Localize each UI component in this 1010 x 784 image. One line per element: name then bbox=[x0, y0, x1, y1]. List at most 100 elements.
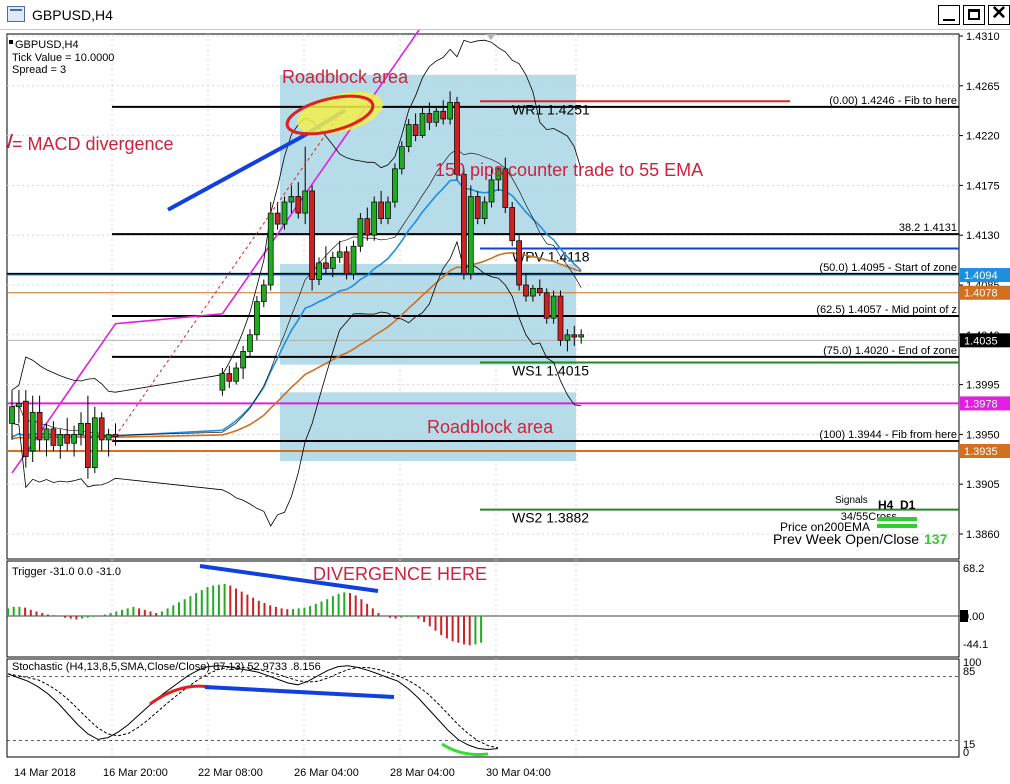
candle-body bbox=[323, 262, 329, 269]
axis-label: 1.4265 bbox=[966, 81, 1000, 93]
candle-body bbox=[50, 428, 57, 446]
fib-level-label: (62.5) 1.4057 - Mid point of z bbox=[816, 304, 957, 316]
candle-body bbox=[274, 212, 281, 225]
candle-body bbox=[530, 287, 536, 297]
annotation-divergence: DIVERGENCE HERE bbox=[313, 564, 487, 584]
candle-body bbox=[516, 240, 522, 286]
candle-body bbox=[240, 351, 246, 369]
candle-body bbox=[364, 218, 371, 236]
annotation-counter-trade: 150 pips counter trade to 55 EMA bbox=[435, 160, 703, 180]
pivot-label: WS1 1.4015 bbox=[512, 362, 589, 378]
chart-window-icon bbox=[7, 6, 25, 22]
axis-label: 1.3860 bbox=[966, 529, 1000, 541]
title-bar: GBPUSD,H4 ✕ bbox=[0, 0, 1010, 30]
time-label: 28 Mar 04:00 bbox=[390, 767, 455, 779]
candle-body bbox=[467, 196, 474, 275]
axis-label: 1.4220 bbox=[966, 131, 1000, 143]
candle-body bbox=[254, 301, 260, 336]
candle-body bbox=[336, 251, 343, 258]
signals-row-prevweek: Prev Week Open/Close bbox=[773, 531, 919, 547]
candle-body bbox=[105, 434, 112, 441]
pivot-label: WR1 1.4251 bbox=[512, 101, 590, 117]
price-tag-label: 1.4094 bbox=[964, 270, 998, 282]
signal-bar-ema200 bbox=[877, 524, 917, 528]
bullet-icon bbox=[9, 40, 13, 44]
axis-label: 1.4130 bbox=[966, 230, 1000, 242]
trigger-axis-min: -44.1 bbox=[963, 639, 988, 651]
time-label: 14 Mar 2018 bbox=[14, 767, 76, 779]
prev-week-value: 137 bbox=[924, 531, 948, 547]
candle-body bbox=[22, 400, 29, 457]
axis-label: 1.3995 bbox=[966, 380, 1000, 392]
candle-body bbox=[440, 110, 447, 120]
candle-body bbox=[571, 334, 578, 338]
price-tag-label: 1.4035 bbox=[964, 335, 998, 347]
candle-body bbox=[260, 284, 267, 302]
fib-level-label: (0.00) 1.4246 - Fib to here bbox=[829, 95, 957, 107]
signal-bar-cross bbox=[877, 517, 917, 521]
stoch-axis-0: 0 bbox=[963, 747, 969, 759]
info-spread: Spread = 3 bbox=[12, 64, 66, 76]
candle-body bbox=[295, 196, 302, 214]
candle-body bbox=[426, 113, 433, 123]
candle-body bbox=[98, 417, 105, 441]
time-label: 26 Mar 04:00 bbox=[294, 767, 359, 779]
window-title: GBPUSD,H4 bbox=[32, 7, 113, 23]
price-tag-label: 1.4078 bbox=[964, 288, 998, 300]
candle-body bbox=[557, 295, 564, 341]
candle-body bbox=[578, 334, 585, 338]
candle-body bbox=[316, 262, 322, 280]
signals-col-d1: D1 bbox=[900, 498, 916, 512]
candle-body bbox=[474, 196, 481, 219]
time-label: 30 Mar 04:00 bbox=[486, 767, 551, 779]
minimize-icon bbox=[943, 19, 955, 21]
candle-body bbox=[9, 406, 15, 424]
candle-body bbox=[536, 287, 543, 294]
info-symbol: GBPUSD,H4 bbox=[15, 39, 79, 51]
candle-body bbox=[91, 417, 98, 468]
candle-body bbox=[523, 284, 529, 297]
candle-body bbox=[447, 102, 453, 120]
close-button[interactable]: ✕ bbox=[988, 4, 1010, 25]
candle-body bbox=[57, 434, 64, 446]
time-label: 16 Mar 20:00 bbox=[103, 767, 168, 779]
signals-title: Signals bbox=[835, 495, 868, 506]
candle-body bbox=[85, 422, 91, 468]
fib-level-label: (75.0) 1.4020 - End of zone bbox=[823, 345, 957, 357]
candle-body bbox=[281, 201, 288, 225]
price-tag-label: 1.3935 bbox=[964, 446, 998, 458]
candle-body bbox=[43, 428, 50, 441]
axis-label: 1.4175 bbox=[966, 180, 1000, 192]
candle-body bbox=[36, 411, 43, 441]
annotation-macd-divergence: = MACD divergence bbox=[12, 134, 174, 154]
trigger-title: Trigger -31.0 0.0 -31.0 bbox=[12, 566, 121, 578]
candle-body bbox=[78, 422, 84, 435]
candle-body bbox=[267, 212, 274, 286]
fib-level-label: (50.0) 1.4095 - Start of zone bbox=[819, 262, 957, 274]
candle-body bbox=[350, 245, 357, 275]
candle-body bbox=[378, 201, 384, 219]
candle-body bbox=[16, 403, 22, 408]
axis-label: 1.4310 bbox=[966, 31, 1000, 43]
candle-body bbox=[433, 110, 440, 123]
candle-body bbox=[288, 196, 295, 203]
chart-area[interactable]: (0.00) 1.4246 - Fib to here 38.2 1.4131 (5… bbox=[0, 30, 1010, 784]
candle-body bbox=[71, 434, 77, 444]
candle-body bbox=[564, 334, 571, 341]
maximize-icon bbox=[968, 9, 980, 20]
candle-body bbox=[543, 292, 550, 319]
candle-body bbox=[247, 334, 253, 352]
candle-body bbox=[385, 201, 391, 219]
candle-body bbox=[219, 373, 226, 391]
trigger-axis-zero: 0.00 bbox=[963, 611, 984, 623]
stochastic-panel[interactable] bbox=[6, 658, 960, 758]
minimize-button[interactable] bbox=[938, 5, 960, 25]
candle-body bbox=[461, 173, 467, 275]
candle-body bbox=[509, 207, 516, 242]
time-axis: 14 Mar 2018 16 Mar 20:00 22 Mar 08:00 26 Ma… bbox=[14, 767, 551, 779]
maximize-button[interactable] bbox=[963, 5, 985, 25]
candle-body bbox=[329, 256, 336, 269]
candle-body bbox=[343, 251, 350, 275]
fib-level-label: (100) 1.3944 - Fib from here bbox=[819, 429, 957, 441]
annotation-roadblock-bottom: Roadblock area bbox=[427, 417, 554, 437]
